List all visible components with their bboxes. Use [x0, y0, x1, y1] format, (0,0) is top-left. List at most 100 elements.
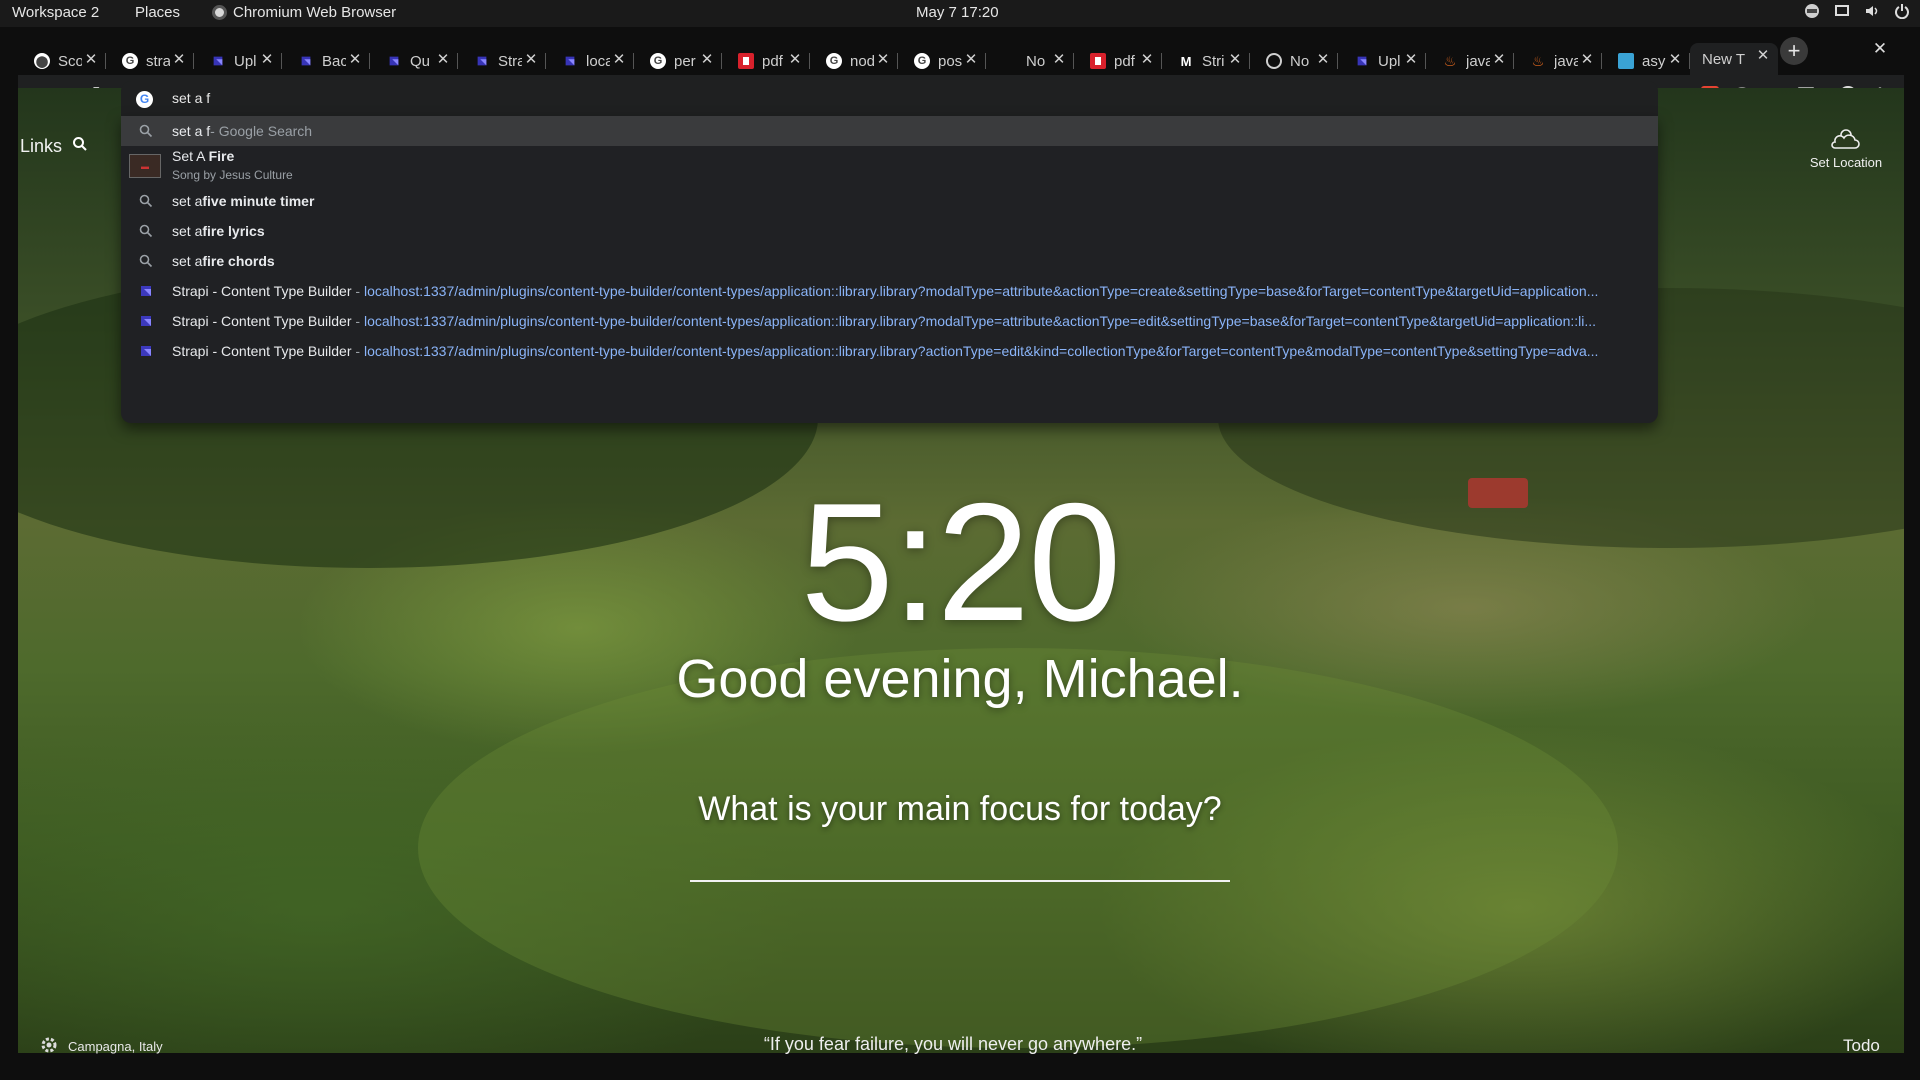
close-icon[interactable]: ✕	[1668, 52, 1682, 68]
suggestion-query[interactable]: set a five minute timer	[121, 186, 1658, 216]
close-icon[interactable]: ✕	[1492, 52, 1506, 68]
tab-6[interactable]: loca ✕	[546, 47, 634, 75]
close-icon[interactable]: ✕	[524, 52, 538, 68]
tab-label: Upl	[234, 52, 257, 70]
suggestion-song[interactable]: ▬ Set A Fire Song by Jesus Culture	[121, 146, 1658, 186]
tab-7[interactable]: Gper ✕	[634, 47, 722, 75]
focus-input[interactable]	[690, 880, 1230, 882]
tab-label: Bac	[322, 52, 346, 70]
tab-17[interactable]: ♨ java ✕	[1514, 47, 1602, 75]
tab-8[interactable]: pdf ✕	[722, 47, 810, 75]
pdf-icon	[1090, 53, 1106, 69]
tab-label: nod	[850, 52, 874, 70]
history-title: Strapi - Content Type Builder	[172, 343, 352, 359]
tab-strip: ⬤ Sco ✕ Gstra ✕ Upl ✕ Bac ✕ Qu ✕ Stra ✕ loca ✕ Gper ✕ pdf…	[18, 41, 1904, 75]
history-url: localhost:1337/admin/plugins/content-typ…	[363, 343, 1599, 359]
weather-widget[interactable]: Set Location	[1796, 126, 1896, 170]
strapi-icon	[210, 53, 226, 69]
suggestion-query[interactable]: set a fire lyrics	[121, 216, 1658, 246]
suggestion-text: set a f	[172, 123, 211, 139]
window-close-button[interactable]: ✕	[1870, 39, 1890, 59]
power-icon[interactable]	[1894, 3, 1910, 20]
tab-9[interactable]: Gnod ✕	[810, 47, 898, 75]
tab-12[interactable]: pdf ✕	[1074, 47, 1162, 75]
address-bar[interactable]: G set a f	[121, 81, 1658, 117]
suggestion-hint: - Google Search	[210, 123, 313, 139]
tab-0[interactable]: ⬤ Sco ✕	[18, 47, 106, 75]
song-title-bold: Fire	[208, 148, 235, 164]
links-label: Links	[20, 136, 63, 156]
close-icon[interactable]: ✕	[348, 52, 362, 68]
big-clock[interactable]: 5:20	[0, 478, 1920, 646]
strapi-icon	[474, 53, 490, 69]
system-clock[interactable]: May 7 17:20	[916, 4, 999, 21]
tab-19[interactable]: New T ✕	[1690, 43, 1778, 75]
google-icon: G	[136, 91, 153, 108]
close-icon[interactable]: ✕	[788, 52, 802, 68]
places-menu[interactable]: Places	[135, 4, 180, 21]
close-icon[interactable]: ✕	[436, 52, 450, 68]
song-subtitle: Song by Jesus Culture	[172, 168, 293, 182]
close-icon[interactable]: ✕	[612, 52, 626, 68]
tab-16[interactable]: ♨ java ✕	[1426, 47, 1514, 75]
app-icon	[1618, 53, 1634, 69]
suggestion-query[interactable]: set a fire chords	[121, 246, 1658, 276]
workspace-label[interactable]: Workspace 2	[12, 4, 99, 21]
blank-icon	[1002, 53, 1018, 69]
tab-15[interactable]: Upl ✕	[1338, 47, 1426, 75]
github-icon: ⬤	[34, 53, 50, 69]
suggestion-google-search[interactable]: set a f - Google Search	[121, 116, 1658, 146]
tab-label: per	[674, 52, 696, 70]
close-icon[interactable]: ✕	[84, 52, 98, 68]
close-icon[interactable]: ✕	[260, 52, 274, 68]
tab-label: loca	[586, 52, 610, 70]
weather-label: Set Location	[1809, 155, 1883, 170]
close-icon[interactable]: ✕	[1140, 52, 1154, 68]
close-icon[interactable]: ✕	[1052, 52, 1066, 68]
tab-label: No	[1290, 52, 1310, 70]
weather-tray-icon[interactable]	[1804, 3, 1820, 19]
tab-11[interactable]: No ✕	[986, 47, 1074, 75]
active-app[interactable]: Chromium Web Browser	[212, 4, 396, 21]
search-icon	[136, 121, 156, 141]
tab-14[interactable]: No ✕	[1250, 47, 1338, 75]
search-icon	[136, 191, 156, 211]
suggestion-completion: fire chords	[202, 253, 275, 269]
close-icon[interactable]: ✕	[1228, 52, 1242, 68]
close-icon[interactable]: ✕	[964, 52, 978, 68]
tab-1[interactable]: Gstra ✕	[106, 47, 194, 75]
close-icon[interactable]: ✕	[1580, 52, 1594, 68]
close-icon[interactable]: ✕	[172, 52, 186, 68]
omnibox-suggestions: set a f - Google Search ▬ Set A Fire Son…	[121, 116, 1658, 423]
suggestion-history[interactable]: Strapi - Content Type Builder - localhos…	[121, 276, 1658, 306]
strapi-icon	[1354, 53, 1370, 69]
suggestion-history[interactable]: Strapi - Content Type Builder - localhos…	[121, 336, 1658, 366]
tab-18[interactable]: asy ✕	[1602, 47, 1690, 75]
search-icon[interactable]	[72, 136, 88, 157]
close-icon[interactable]: ✕	[1316, 52, 1330, 68]
todo-button[interactable]: Todo	[1843, 1036, 1880, 1056]
close-icon[interactable]: ✕	[700, 52, 714, 68]
close-icon[interactable]: ✕	[1756, 48, 1770, 64]
tab-2[interactable]: Upl ✕	[194, 47, 282, 75]
strapi-icon	[298, 53, 314, 69]
links-widget[interactable]: Links	[20, 136, 88, 157]
tab-3[interactable]: Bac ✕	[282, 47, 370, 75]
suggestion-prefix: set a	[172, 223, 203, 239]
screen-icon[interactable]	[1834, 3, 1850, 19]
tab-13[interactable]: M Stri ✕	[1162, 47, 1250, 75]
pdf-icon	[738, 53, 754, 69]
tab-4[interactable]: Qu ✕	[370, 47, 458, 75]
java-icon: ♨	[1443, 52, 1457, 69]
volume-icon[interactable]	[1864, 3, 1880, 19]
tab-label: asy	[1642, 52, 1666, 70]
address-input[interactable]: set a f	[172, 90, 210, 106]
google-icon: G	[914, 53, 930, 69]
tab-5[interactable]: Stra ✕	[458, 47, 546, 75]
close-icon[interactable]: ✕	[876, 52, 890, 68]
suggestion-history[interactable]: Strapi - Content Type Builder - localhos…	[121, 306, 1658, 336]
tab-10[interactable]: Gpos ✕	[898, 47, 986, 75]
tab-label: Upl	[1378, 52, 1401, 70]
close-icon[interactable]: ✕	[1404, 52, 1418, 68]
new-tab-button[interactable]: +	[1780, 37, 1808, 65]
